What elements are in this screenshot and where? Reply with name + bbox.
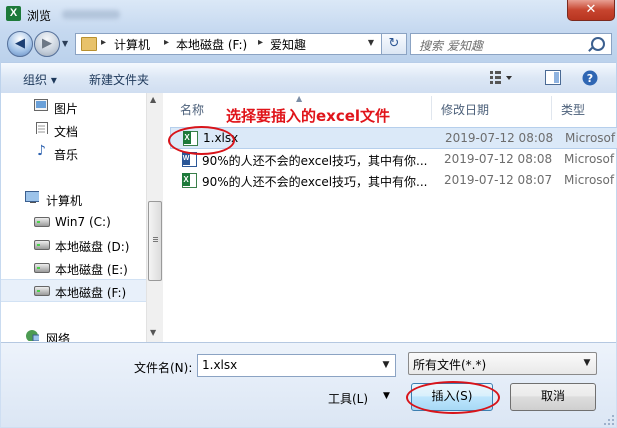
column-header-label: 类型 — [561, 103, 586, 117]
highlight-circle-file — [168, 126, 235, 155]
breadcrumb-drive-f[interactable]: 本地磁盘 (F:) — [176, 36, 247, 53]
refresh-button[interactable]: ↻ — [381, 33, 407, 55]
browse-dialog: X 浏览 ✕ ◀ ▶ ▼ ▸ 计算机 ▸ 本地磁盘 (F:) ▸ 爱知趣 ▼ ↻… — [0, 0, 617, 428]
file-list: ▲ 名称 修改日期 类型 1.xlsx 2019-07-12 08:08 Mic… — [163, 93, 617, 342]
blurred-title-area — [62, 10, 120, 19]
chevron-down-icon[interactable]: ▼ — [578, 353, 596, 374]
breadcrumb-computer[interactable]: 计算机 — [114, 36, 150, 53]
view-options-icon[interactable] — [490, 70, 514, 84]
folder-icon — [81, 37, 97, 51]
address-dropdown-icon[interactable]: ▼ — [368, 38, 374, 47]
drive-icon — [34, 240, 50, 250]
scroll-up-icon[interactable]: ▲ — [150, 95, 156, 104]
file-row[interactable]: 90%的人还不会的excel技巧，其中有你... 2019-07-12 08:0… — [170, 149, 616, 169]
column-header-type[interactable]: 类型 — [551, 96, 616, 120]
forward-button[interactable]: ▶ — [34, 31, 60, 57]
music-icon: ♪ — [37, 143, 46, 159]
drive-icon — [34, 286, 50, 296]
filename-input[interactable]: 1.xlsx ▼ — [197, 354, 396, 377]
search-input[interactable]: 搜索 爱知趣 — [410, 33, 612, 55]
filename-label: 文件名(N): — [134, 361, 193, 375]
filename-value: 1.xlsx — [202, 358, 238, 372]
navigation-scrollbar[interactable]: ▲ ▼ — [146, 93, 163, 342]
new-folder-button[interactable]: 新建文件夹 — [89, 71, 149, 88]
search-icon[interactable] — [591, 37, 605, 51]
column-header-label: 名称 — [180, 103, 205, 117]
nav-item-label: 网络 — [46, 332, 71, 342]
file-row[interactable]: 90%的人还不会的excel技巧，其中有你... 2019-07-12 08:0… — [170, 170, 616, 190]
dialog-footer: 文件名(N): 1.xlsx ▼ 所有文件(*.*) ▼ 工具(L) ▼ 插入(… — [1, 343, 616, 427]
recent-pages-dropdown[interactable]: ▼ — [62, 39, 68, 48]
tools-menu[interactable]: 工具(L) — [328, 390, 368, 407]
content-area: 图片 文档 ♪ 音乐 计算机 Win7 (C:) 本地磁盘 (D:) 本地磁盘 … — [1, 93, 617, 343]
file-date: 2019-07-12 08:08 — [444, 152, 553, 166]
nav-item-drive-e[interactable]: 本地磁盘 (E:) — [1, 257, 146, 278]
tools-dropdown-icon[interactable]: ▼ — [383, 391, 390, 401]
navigation-pane: 图片 文档 ♪ 音乐 计算机 Win7 (C:) 本地磁盘 (D:) 本地磁盘 … — [1, 93, 146, 342]
file-date: 2019-07-12 08:08 — [445, 131, 554, 145]
nav-item-documents[interactable]: 文档 — [1, 119, 146, 140]
pictures-icon — [34, 99, 48, 111]
nav-item-label: Win7 (C:) — [55, 215, 111, 229]
drive-icon — [34, 217, 50, 227]
nav-item-drive-f[interactable]: 本地磁盘 (F:) — [1, 279, 146, 302]
excel-icon — [182, 173, 197, 188]
file-date: 2019-07-12 08:07 — [444, 173, 553, 187]
nav-item-label: 文档 — [54, 125, 79, 139]
organize-menu[interactable]: 组织 ▾ — [23, 71, 57, 88]
network-icon — [26, 330, 39, 341]
chevron-down-icon[interactable]: ▼ — [377, 355, 395, 376]
file-name: 90%的人还不会的excel技巧，其中有你... — [202, 154, 428, 168]
window-title: 浏览 — [27, 9, 52, 23]
instruction-annotation: 选择要插入的excel文件 — [226, 107, 391, 125]
excel-app-icon: X — [6, 6, 21, 21]
file-type: Microsof — [564, 173, 615, 187]
nav-item-label: 音乐 — [54, 148, 79, 162]
help-icon[interactable]: ? — [582, 70, 598, 86]
title-bar: X 浏览 ✕ — [0, 0, 617, 28]
nav-item-label: 图片 — [54, 102, 79, 116]
nav-item-pictures[interactable]: 图片 — [1, 96, 146, 117]
sort-ascending-icon: ▲ — [296, 94, 303, 103]
nav-item-label: 计算机 — [46, 194, 83, 208]
drive-icon — [34, 263, 50, 273]
breadcrumb-separator[interactable]: ▸ — [101, 37, 106, 48]
close-button[interactable]: ✕ — [567, 0, 615, 21]
resize-grip-icon[interactable] — [603, 414, 615, 426]
scroll-down-icon[interactable]: ▼ — [150, 328, 156, 337]
documents-icon — [36, 122, 48, 134]
address-bar[interactable]: ▸ 计算机 ▸ 本地磁盘 (F:) ▸ 爱知趣 ▼ — [75, 33, 407, 55]
preview-pane-icon[interactable] — [545, 70, 561, 85]
filetype-select[interactable]: 所有文件(*.*) ▼ — [408, 352, 597, 375]
nav-item-label: 本地磁盘 (D:) — [55, 240, 130, 254]
nav-item-network[interactable]: 网络 — [1, 326, 146, 342]
nav-item-music[interactable]: ♪ 音乐 — [1, 142, 146, 163]
column-header-date[interactable]: 修改日期 — [431, 96, 552, 120]
nav-item-label: 本地磁盘 (F:) — [55, 286, 127, 300]
back-button[interactable]: ◀ — [7, 31, 33, 57]
nav-item-label: 本地磁盘 (E:) — [55, 263, 128, 277]
breadcrumb-separator[interactable]: ▸ — [164, 37, 169, 48]
command-toolbar: 组织 ▾ 新建文件夹 ? — [1, 62, 616, 94]
scrollbar-thumb[interactable] — [148, 201, 162, 281]
search-placeholder: 搜索 爱知趣 — [419, 39, 483, 53]
file-name: 90%的人还不会的excel技巧，其中有你... — [202, 175, 428, 189]
nav-item-drive-d[interactable]: 本地磁盘 (D:) — [1, 234, 146, 255]
breadcrumb-folder[interactable]: 爱知趣 — [270, 36, 306, 53]
cancel-button[interactable]: 取消 — [510, 383, 596, 411]
nav-item-drive-c[interactable]: Win7 (C:) — [1, 211, 146, 232]
filetype-value: 所有文件(*.*) — [413, 358, 487, 372]
svg-text:?: ? — [587, 72, 593, 85]
file-type: Microsof — [565, 131, 616, 145]
computer-icon — [25, 191, 39, 203]
file-type: Microsof — [564, 152, 615, 166]
file-row[interactable]: 1.xlsx 2019-07-12 08:08 Microsof — [170, 127, 617, 149]
breadcrumb-separator[interactable]: ▸ — [258, 37, 263, 48]
nav-item-computer[interactable]: 计算机 — [1, 188, 146, 209]
column-header-label: 修改日期 — [441, 103, 490, 117]
highlight-circle-insert — [406, 381, 500, 414]
